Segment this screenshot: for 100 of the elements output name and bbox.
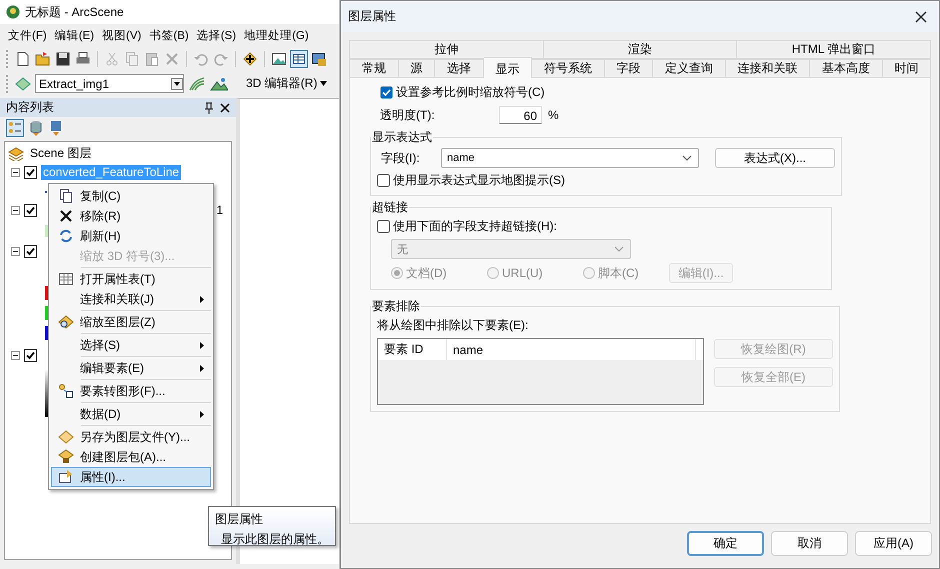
- layers-diamond-icon: [15, 76, 31, 90]
- tab[interactable]: 源: [398, 59, 435, 78]
- folder-icon[interactable]: [35, 50, 51, 66]
- group-title: 超链接: [371, 199, 409, 216]
- column-header[interactable]: name: [447, 339, 696, 360]
- close-icon[interactable]: [220, 102, 230, 112]
- window-title: 无标题 - ArcScene: [25, 4, 124, 20]
- tab[interactable]: 字段: [604, 59, 653, 78]
- checkbox[interactable]: [24, 166, 37, 179]
- properties-icon: [58, 469, 74, 485]
- transparency-field[interactable]: 60: [499, 106, 542, 124]
- tab[interactable]: 基本高度: [810, 59, 882, 78]
- globe-icon: [6, 5, 20, 19]
- menu-item[interactable]: 数据(D): [51, 404, 211, 424]
- database-icon[interactable]: [28, 119, 44, 137]
- expression-button[interactable]: 表达式(X)...: [715, 148, 835, 168]
- tab[interactable]: HTML 弹出窗口: [737, 40, 932, 59]
- layer-name[interactable]: 1: [214, 203, 225, 218]
- unit-label: %: [548, 108, 559, 122]
- menu-item[interactable]: 书签(B): [149, 26, 189, 44]
- window-icon[interactable]: [311, 50, 327, 66]
- checkbox[interactable]: [24, 245, 37, 258]
- add-data-icon[interactable]: [242, 50, 258, 66]
- dialog-button[interactable]: 应用(A): [855, 531, 932, 556]
- expander-icon[interactable]: [11, 247, 20, 256]
- package-icon: [58, 449, 74, 465]
- radio-label: 脚本(C): [598, 264, 639, 282]
- table-icon: [58, 271, 74, 287]
- tab[interactable]: 渲染: [544, 40, 738, 59]
- field-dropdown[interactable]: name: [441, 148, 699, 168]
- terrain-icon[interactable]: [210, 76, 228, 92]
- menu-item[interactable]: 复制(C): [51, 186, 211, 206]
- menu-item[interactable]: 地理处理(G): [244, 26, 309, 44]
- menu-item[interactable]: 创建图层包(A)...: [51, 447, 211, 467]
- tab[interactable]: 常规: [349, 59, 398, 78]
- printer-icon[interactable]: [75, 50, 91, 66]
- tab[interactable]: 符号系统: [532, 59, 604, 78]
- image-icon[interactable]: [271, 50, 287, 66]
- tab[interactable]: 选择: [435, 59, 484, 78]
- radio-label: 文档(D): [406, 264, 447, 282]
- menu-item[interactable]: 选择(S): [196, 26, 236, 44]
- menu-item[interactable]: 选择(S): [51, 335, 211, 355]
- draw-order-icon[interactable]: [6, 119, 24, 137]
- hatch-icon[interactable]: [188, 76, 206, 92]
- dialog-button[interactable]: 取消: [771, 531, 848, 556]
- menu-item[interactable]: 另存为图层文件(Y)...: [51, 427, 211, 447]
- menu-item[interactable]: 属性(I)...: [51, 467, 211, 487]
- checkbox[interactable]: [24, 349, 37, 362]
- layer-combo[interactable]: Extract_img1: [35, 74, 184, 93]
- zoom-to-layer-icon: [58, 314, 74, 330]
- column-header[interactable]: 要素 ID: [378, 339, 447, 360]
- tooltip-text: 显示此图层的属性。: [220, 531, 329, 548]
- chevron-down-icon: [614, 246, 624, 252]
- refresh-icon: [58, 228, 74, 244]
- expander-icon[interactable]: [11, 206, 20, 215]
- feature-to-graphic-icon: [58, 383, 74, 399]
- tab[interactable]: 时间: [882, 59, 931, 78]
- tooltip-title: 图层属性: [215, 511, 264, 528]
- dialog-title: 图层属性: [348, 8, 397, 25]
- menu-item[interactable]: 打开属性表(T): [51, 269, 211, 289]
- menu-item[interactable]: 编辑(E): [54, 26, 94, 44]
- pin-icon[interactable]: [204, 102, 214, 114]
- layers-icon: [8, 146, 24, 160]
- radio-label: URL(U): [502, 266, 543, 280]
- menu-item[interactable]: 刷新(H): [51, 226, 211, 246]
- dialog-button[interactable]: 确定: [687, 531, 764, 556]
- save-icon[interactable]: [55, 50, 71, 66]
- tab[interactable]: 连接和关联: [726, 59, 810, 78]
- close-icon[interactable]: [915, 10, 927, 22]
- field-label: 字段(I):: [380, 150, 421, 166]
- source-icon[interactable]: [48, 119, 64, 137]
- new-file-icon[interactable]: [15, 50, 31, 66]
- checkbox[interactable]: [24, 204, 37, 217]
- editor-menu[interactable]: 3D 编辑器(R): [244, 74, 330, 93]
- copy-icon: [58, 188, 74, 204]
- checkbox-label: 设置参考比例时缩放符号(C): [396, 84, 545, 101]
- checkbox-label: 使用下面的字段支持超链接(H):: [393, 218, 557, 235]
- scene-layers-label: Scene 图层: [29, 146, 92, 161]
- tab[interactable]: 拉伸: [349, 40, 544, 59]
- delete-icon: [58, 208, 74, 224]
- expander-icon[interactable]: [11, 351, 20, 360]
- group-title: 要素排除: [371, 298, 421, 315]
- table-icon[interactable]: [291, 50, 307, 66]
- caret-icon: [320, 81, 328, 86]
- menu-item[interactable]: 编辑要素(E): [51, 358, 211, 378]
- checkbox-label: 使用显示表达式显示地图提示(S): [393, 172, 565, 189]
- tab[interactable]: 定义查询: [653, 59, 726, 78]
- checkbox[interactable]: [377, 174, 390, 187]
- menu-item[interactable]: 连接和关联(J): [51, 289, 211, 309]
- diamond-icon: [58, 429, 74, 445]
- menu-item[interactable]: 文件(F): [8, 26, 47, 44]
- chevron-down-icon: [682, 155, 692, 161]
- menu-item[interactable]: 缩放至图层(Z): [51, 312, 211, 332]
- menu-item[interactable]: 要素转图形(F)...: [51, 381, 211, 401]
- expander-icon[interactable]: [11, 168, 20, 177]
- panel-title: 内容列表: [6, 99, 55, 116]
- menu-item[interactable]: 移除(R): [51, 206, 211, 226]
- checkbox[interactable]: [380, 86, 393, 99]
- group-title: 显示表达式: [371, 129, 433, 146]
- menu-item[interactable]: 视图(V): [102, 26, 142, 44]
